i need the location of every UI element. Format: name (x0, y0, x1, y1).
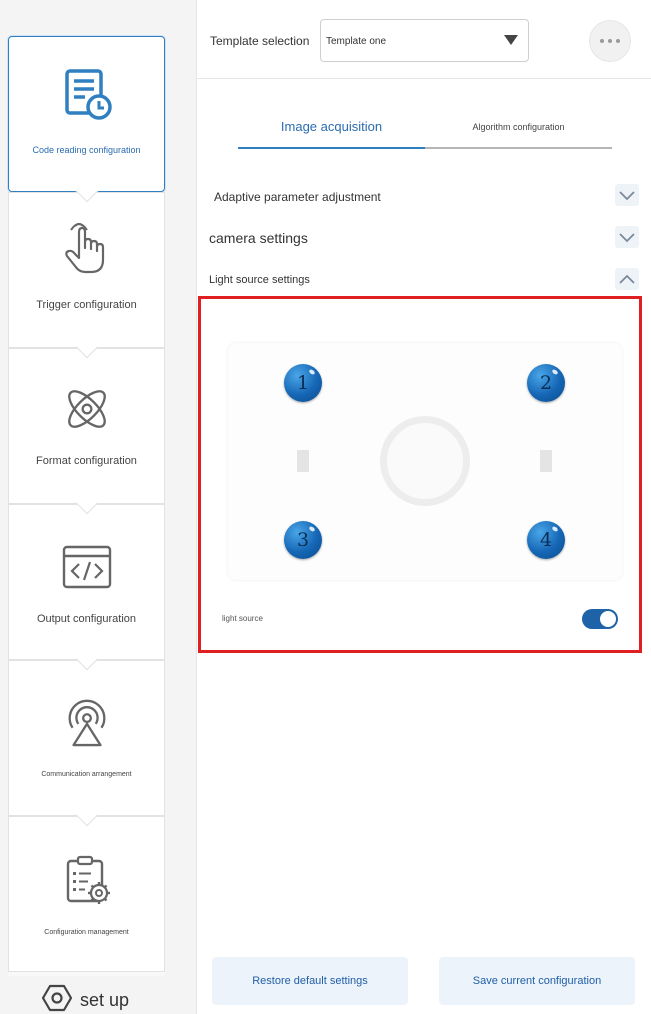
template-select[interactable]: Template one (320, 19, 529, 62)
led-number: 1 (296, 372, 310, 394)
template-select-value: Template one (326, 36, 387, 47)
section-adaptive-title[interactable]: Adaptive parameter adjustment (214, 190, 381, 204)
sidebar-item-trigger[interactable]: Trigger configuration (8, 192, 165, 348)
camera-lens-ring (380, 416, 470, 506)
light-bar-right (540, 450, 552, 472)
led-4[interactable]: 4 (527, 521, 565, 559)
led-2[interactable]: 2 (527, 364, 565, 402)
signal-tower-icon (61, 693, 113, 749)
sidebar-item-communication[interactable]: Communication arrangement (8, 660, 165, 816)
sidebar-item-label: Code reading configuration (32, 145, 141, 155)
led-number: 4 (539, 529, 553, 551)
light-source-toggle[interactable] (582, 609, 618, 629)
setup-label: set up (80, 990, 130, 1010)
atom-icon (61, 381, 113, 437)
sidebar: Code reading configuration Trigger confi… (0, 0, 196, 1014)
light-bar-left (297, 450, 309, 472)
sidebar-item-config-management[interactable]: Configuration management (8, 816, 165, 972)
sidebar-item-label: Trigger configuration (36, 299, 137, 311)
sidebar-item-label: Format configuration (36, 455, 137, 467)
hand-pointer-icon (61, 221, 113, 277)
led-number: 2 (539, 372, 553, 394)
sidebar-item-code-reading[interactable]: Code reading configuration (8, 36, 165, 192)
template-selection-label: Template selection (210, 34, 310, 48)
clipboard-gear-icon (61, 853, 113, 909)
sidebar-item-label: Configuration management (44, 929, 129, 936)
more-dots-icon (616, 39, 620, 43)
tab-image-acquisition[interactable]: Image acquisition (238, 119, 425, 134)
led-number: 3 (296, 529, 310, 551)
sidebar-item-label: Output configuration (36, 613, 137, 625)
sidebar-item-output[interactable]: Output configuration (8, 504, 165, 660)
expand-camera-button[interactable] (615, 226, 639, 248)
collapse-light-button[interactable] (615, 268, 639, 290)
more-options-button[interactable] (589, 20, 631, 62)
tab-algorithm-configuration[interactable]: Algorithm configuration (425, 122, 612, 132)
sidebar-item-format[interactable]: Format configuration (8, 348, 165, 504)
more-dots-icon (608, 39, 612, 43)
toggle-knob (600, 611, 616, 627)
tab-active-indicator (238, 147, 425, 149)
header-divider (197, 78, 651, 79)
chevron-down-icon (619, 233, 635, 243)
save-configuration-button[interactable]: Save current configuration (439, 957, 635, 1005)
section-camera-title[interactable]: camera settings (209, 230, 308, 246)
chevron-down-icon (619, 191, 635, 201)
chevron-up-icon (619, 274, 635, 284)
expand-adaptive-button[interactable] (615, 184, 639, 206)
setup-button[interactable]: set up (41, 984, 130, 1014)
document-clock-icon (61, 67, 113, 123)
sidebar-divider (196, 0, 197, 1014)
light-source-label: light source (222, 614, 263, 623)
code-window-icon (61, 539, 113, 595)
hexagon-settings-icon (41, 984, 73, 1014)
led-1[interactable]: 1 (284, 364, 322, 402)
more-dots-icon (600, 39, 604, 43)
section-light-title[interactable]: Light source settings (209, 274, 310, 286)
sidebar-item-label: Communication arrangement (41, 771, 132, 778)
caret-down-icon (504, 35, 518, 45)
restore-default-button[interactable]: Restore default settings (212, 957, 408, 1005)
led-3[interactable]: 3 (284, 521, 322, 559)
